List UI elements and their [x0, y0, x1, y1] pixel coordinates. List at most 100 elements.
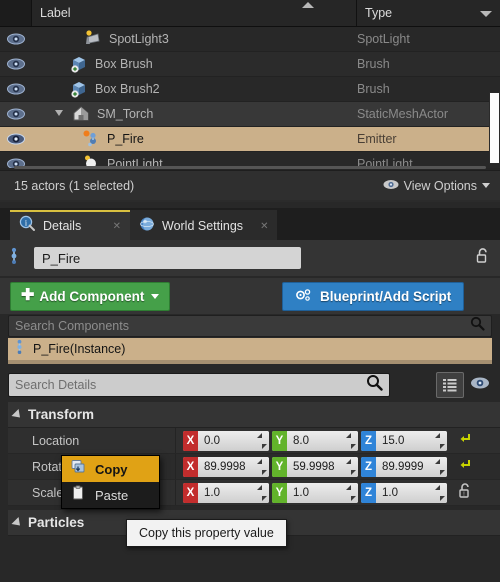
search-details-input[interactable]: Search Details	[8, 373, 390, 397]
component-list-item-selected[interactable]: P_Fire(Instance)	[8, 338, 492, 360]
location-y-input[interactable]: Y 8.0	[272, 430, 358, 451]
outliner-row-label: Box Brush2	[32, 79, 357, 99]
brush-icon	[68, 79, 90, 99]
eye-icon[interactable]	[0, 108, 32, 120]
unreal-editor-window: Label Type SpotLight3 SpotLight Box Brus…	[0, 0, 500, 582]
eye-icon	[383, 179, 399, 193]
outliner-row-type: SpotLight	[357, 32, 410, 46]
location-y-value: 8.0	[287, 430, 344, 451]
reset-to-default-icon[interactable]	[458, 431, 472, 450]
rotation-y-input[interactable]: Y 59.9998	[272, 456, 358, 477]
details-view-options-button[interactable]	[470, 376, 490, 395]
component-list-item-label: P_Fire(Instance)	[33, 342, 126, 356]
outliner-row-type: Emitter	[357, 132, 397, 146]
outliner-row-label: SpotLight3	[32, 29, 357, 49]
outliner-row-label: Box Brush	[32, 54, 357, 74]
chevron-down-icon	[151, 293, 160, 299]
spinner-icon[interactable]	[344, 430, 358, 451]
outliner-row-type: Brush	[357, 57, 390, 71]
actor-name-bar	[0, 240, 500, 276]
outliner-visibility-column-header[interactable]	[0, 0, 32, 26]
emitter-icon	[80, 129, 102, 149]
tab-world-settings-label: World Settings	[162, 219, 244, 233]
spinner-icon[interactable]	[433, 456, 447, 477]
details-tab-bar: i Details ✕ World Settings ✕	[0, 208, 500, 240]
context-menu-paste-label: Paste	[95, 487, 129, 503]
category-header-transform[interactable]: Transform	[8, 402, 500, 428]
eye-icon[interactable]	[0, 33, 32, 45]
emitter-icon	[14, 339, 28, 360]
outliner-row-label: SM_Torch	[32, 104, 357, 124]
search-icon[interactable]	[470, 316, 485, 336]
scale-z-value: 1.0	[376, 482, 433, 503]
search-icon[interactable]	[366, 374, 383, 396]
outliner-row-name-text: SpotLight3	[109, 32, 169, 46]
outliner-scrollbar[interactable]	[14, 166, 486, 169]
scale-y-input[interactable]: Y 1.0	[272, 482, 358, 503]
lock-open-icon[interactable]	[476, 247, 490, 270]
tab-world-settings[interactable]: World Settings ✕	[130, 210, 278, 240]
reset-to-default-icon[interactable]	[458, 457, 472, 476]
table-row[interactable]: Box Brush2 Brush	[0, 77, 500, 102]
axis-x-label: X	[183, 456, 198, 477]
table-row-selected[interactable]: P_Fire Emitter	[0, 127, 500, 152]
axis-y-label: Y	[272, 482, 287, 503]
context-menu-item-copy[interactable]: Copy	[62, 456, 159, 482]
tab-details[interactable]: i Details ✕	[10, 210, 130, 240]
table-row[interactable]: SpotLight3 SpotLight	[0, 27, 500, 52]
eye-icon[interactable]	[0, 133, 32, 145]
context-menu-item-paste[interactable]: Paste	[62, 482, 159, 508]
property-context-menu: Copy Paste	[61, 455, 160, 509]
emitter-icon	[8, 247, 26, 270]
table-row[interactable]: SM_Torch StaticMeshActor	[0, 102, 500, 127]
collapse-triangle-icon	[11, 516, 24, 529]
outliner-type-column-header[interactable]: Type	[357, 0, 500, 26]
axis-x-label: X	[183, 482, 198, 503]
rotation-x-input[interactable]: X 89.9998	[183, 456, 269, 477]
details-info-icon: i	[19, 215, 36, 237]
scale-x-value: 1.0	[198, 482, 255, 503]
spinner-icon[interactable]	[344, 482, 358, 503]
scale-x-input[interactable]: X 1.0	[183, 482, 269, 503]
copy-icon	[70, 459, 88, 480]
add-component-button[interactable]: ✚ Add Component	[10, 281, 171, 311]
spinner-icon[interactable]	[255, 456, 269, 477]
search-components-input[interactable]: Search Components	[8, 315, 492, 337]
view-options-button[interactable]: View Options	[383, 179, 490, 193]
outliner-row-type: StaticMeshActor	[357, 107, 449, 121]
outliner-column-header: Label Type	[0, 0, 500, 27]
rotation-z-input[interactable]: Z 89.9999	[361, 456, 447, 477]
outliner-label-column-header[interactable]: Label	[32, 0, 357, 26]
outliner-row-name-text: Box Brush2	[95, 82, 160, 96]
location-x-value: 0.0	[198, 430, 255, 451]
table-row[interactable]: Box Brush Brush	[0, 52, 500, 77]
vector-input-group: X 0.0 Y 8.0 Z 15.0	[176, 430, 500, 451]
expand-triangle-icon[interactable]	[54, 107, 64, 121]
location-z-input[interactable]: Z 15.0	[361, 430, 447, 451]
eye-icon[interactable]	[0, 83, 32, 95]
eye-icon[interactable]	[0, 58, 32, 70]
display-filter-grid-button[interactable]	[436, 372, 464, 398]
spinner-icon[interactable]	[433, 430, 447, 451]
search-details-placeholder: Search Details	[15, 378, 97, 392]
close-icon[interactable]: ✕	[250, 221, 268, 232]
outliner-label-column-text: Label	[40, 6, 71, 20]
actor-name-field[interactable]	[34, 247, 301, 269]
scale-lock-open-icon[interactable]: !	[458, 482, 473, 504]
axis-y-label: Y	[272, 430, 287, 451]
spinner-icon[interactable]	[344, 456, 358, 477]
outliner-rows: SpotLight3 SpotLight Box Brush Brush Box…	[0, 27, 500, 168]
spinner-icon[interactable]	[255, 430, 269, 451]
location-x-input[interactable]: X 0.0	[183, 430, 269, 451]
spinner-icon[interactable]	[255, 482, 269, 503]
axis-z-label: Z	[361, 456, 376, 477]
scale-z-input[interactable]: Z 1.0	[361, 482, 447, 503]
globe-icon	[139, 216, 155, 237]
spinner-icon[interactable]	[433, 482, 447, 503]
outliner-row-name-text: Box Brush	[95, 57, 153, 71]
eye-icon	[471, 377, 489, 389]
blueprint-add-script-button[interactable]: Blueprint/Add Script	[282, 282, 465, 311]
category-label: Transform	[28, 407, 95, 422]
location-z-value: 15.0	[376, 430, 433, 451]
close-icon[interactable]: ✕	[103, 221, 121, 232]
